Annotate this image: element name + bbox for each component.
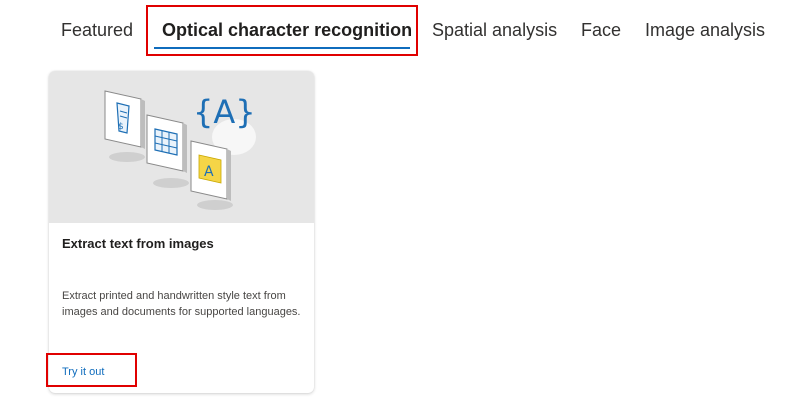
tab-optical-character-recognition[interactable]: Optical character recognition	[162, 17, 412, 47]
table-icon	[146, 114, 187, 173]
letter-a-sticky-note-icon: A	[190, 140, 231, 201]
tab-face[interactable]: Face	[581, 17, 621, 47]
tab-featured[interactable]: Featured	[61, 17, 133, 47]
active-tab-indicator	[154, 47, 410, 49]
card-description: Extract printed and handwritten style te…	[62, 290, 301, 318]
card-title: Extract text from images	[62, 236, 214, 251]
tab-bar: Featured Optical character recognition S…	[0, 0, 786, 62]
ocr-feature-card: $ A {A} Extract text from images Extract…	[49, 71, 314, 393]
receipt-icon: $	[104, 90, 145, 149]
tab-image-analysis[interactable]: Image analysis	[645, 17, 765, 47]
tab-spatial-analysis[interactable]: Spatial analysis	[432, 17, 557, 47]
curly-braces-a-icon: {A}	[193, 93, 256, 131]
card-illustration: $ A {A}	[49, 71, 314, 223]
ocr-illustration: $ A {A}	[104, 90, 256, 210]
try-it-out-link[interactable]: Try it out	[62, 366, 104, 378]
page: Featured Optical character recognition S…	[0, 0, 786, 404]
svg-text:A: A	[204, 164, 214, 180]
svg-text:$: $	[118, 122, 124, 132]
